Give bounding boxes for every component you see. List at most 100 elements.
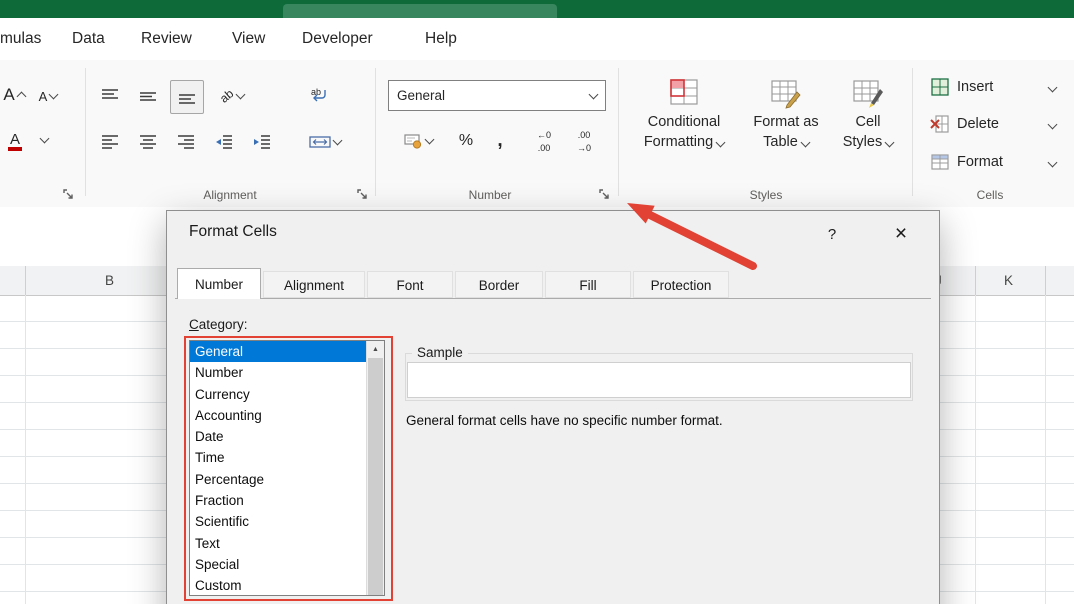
tab-review[interactable]: Review (141, 18, 192, 60)
insert-cells-icon (930, 77, 950, 97)
ribbon-tab-bar: mulas Data Review View Developer Help (0, 18, 1074, 60)
cell-styles-button[interactable]: Cell Styles (834, 72, 902, 152)
delete-cells-button[interactable]: Delete (930, 111, 1062, 137)
dialog-title: Format Cells (189, 223, 277, 241)
help-button[interactable]: ? (817, 219, 847, 249)
alignment-dialog-launcher[interactable] (354, 186, 370, 202)
tab-developer[interactable]: Developer (302, 18, 373, 60)
chevron-down-icon (333, 136, 343, 146)
comma-icon: , (497, 134, 502, 148)
tab-strip-line (175, 298, 931, 299)
orientation-button[interactable]: ab (208, 80, 256, 112)
align-center-button[interactable] (132, 126, 164, 158)
align-left-icon (101, 134, 119, 150)
align-right-icon (177, 134, 195, 150)
tab-help[interactable]: Help (425, 18, 457, 60)
number-format-value: General (389, 88, 590, 103)
align-top-button[interactable] (94, 80, 126, 112)
annotation-rectangle (184, 336, 393, 601)
close-button[interactable]: × (881, 217, 921, 251)
insert-cells-button[interactable]: Insert (930, 74, 1062, 100)
dialog-tab-border[interactable]: Border (455, 271, 543, 298)
conditional-formatting-label-line1: Conditional (648, 112, 721, 132)
format-description: General format cells have no specific nu… (406, 413, 723, 428)
group-separator (85, 68, 86, 196)
decrease-decimal-icon: .00 (578, 130, 591, 140)
increase-decimal-icon: .00 (538, 143, 551, 153)
format-as-table-button[interactable]: Format as Table (740, 72, 832, 152)
font-color-dropdown[interactable] (36, 132, 52, 148)
align-middle-button[interactable] (132, 80, 164, 112)
tab-view[interactable]: View (232, 18, 265, 60)
caret-down-icon (49, 90, 59, 100)
merge-center-button[interactable] (298, 126, 352, 158)
column-divider (25, 266, 26, 295)
dialog-tab-protection[interactable]: Protection (633, 271, 729, 298)
column-header-b[interactable]: B (105, 266, 114, 295)
chevron-down-icon (1048, 158, 1058, 168)
align-middle-icon (139, 88, 157, 104)
decrease-decimal-button[interactable]: .00 →0 (566, 124, 602, 158)
increase-font-size-button[interactable]: A (0, 80, 28, 110)
group-separator (618, 68, 619, 196)
accounting-format-button[interactable] (394, 126, 442, 156)
dialog-tab-font[interactable]: Font (367, 271, 453, 298)
dialog-launcher-icon (62, 188, 75, 201)
search-box-partial[interactable] (283, 4, 557, 18)
align-right-button[interactable] (170, 126, 202, 158)
accounting-format-icon (403, 132, 423, 150)
tab-formulas-partial[interactable]: mulas (0, 18, 41, 60)
align-bottom-button[interactable] (170, 80, 204, 114)
decrease-indent-button[interactable] (208, 126, 240, 158)
font-color-icon: A (8, 132, 22, 151)
excel-window: mulas Data Review View Developer Help A … (0, 0, 1074, 604)
column-divider (1045, 266, 1046, 295)
format-cells-icon (930, 152, 950, 172)
format-label: Format (957, 154, 1003, 170)
dialog-tab-fill[interactable]: Fill (545, 271, 631, 298)
tab-data[interactable]: Data (72, 18, 105, 60)
conditional-formatting-icon (667, 72, 701, 112)
align-bottom-icon (178, 89, 196, 105)
orientation-icon: ab (217, 86, 236, 105)
dialog-launcher-icon (356, 188, 369, 201)
increase-indent-button[interactable] (246, 126, 278, 158)
percent-style-button[interactable]: % (452, 126, 480, 156)
sample-field (407, 362, 911, 398)
number-dialog-launcher[interactable] (596, 186, 612, 202)
increase-decimal-button[interactable]: ←0 .00 (526, 124, 562, 158)
number-group-label: Number (390, 188, 590, 204)
percent-icon: % (459, 132, 473, 150)
chevron-down-icon (589, 89, 599, 99)
cell-styles-label-line1: Cell (856, 112, 881, 132)
comma-style-button[interactable]: , (488, 126, 512, 156)
chevron-down-icon (885, 138, 895, 148)
column-header-k[interactable]: K (1004, 266, 1013, 295)
increase-indent-icon (253, 134, 271, 150)
align-left-button[interactable] (94, 126, 126, 158)
wrap-text-button[interactable]: ab (298, 80, 340, 112)
shrink-font-icon: A (39, 89, 48, 104)
number-format-dropdown[interactable]: General (388, 80, 606, 111)
format-as-table-label-line1: Format as (753, 112, 818, 132)
group-separator (375, 68, 376, 196)
dialog-tab-number[interactable]: Number (177, 268, 261, 299)
align-center-icon (139, 134, 157, 150)
column-divider (975, 266, 976, 295)
merge-center-icon (309, 134, 331, 150)
font-dialog-launcher[interactable] (60, 186, 76, 202)
sample-label: Sample (412, 345, 468, 360)
wrap-text-icon: ab (309, 87, 329, 105)
delete-cells-icon (930, 114, 950, 134)
format-cells-button[interactable]: Format (930, 149, 1062, 175)
styles-group-label: Styles (620, 188, 912, 204)
sample-groupbox: Sample (405, 353, 913, 401)
chevron-down-icon (1048, 120, 1058, 130)
conditional-formatting-button[interactable]: Conditional Formatting (632, 72, 736, 152)
dialog-tab-alignment[interactable]: Alignment (263, 271, 365, 298)
delete-label: Delete (957, 116, 999, 132)
category-label: Category: (189, 317, 248, 332)
font-color-button[interactable]: A (0, 126, 30, 156)
group-separator (912, 68, 913, 196)
decrease-font-size-button[interactable]: A (34, 82, 62, 110)
